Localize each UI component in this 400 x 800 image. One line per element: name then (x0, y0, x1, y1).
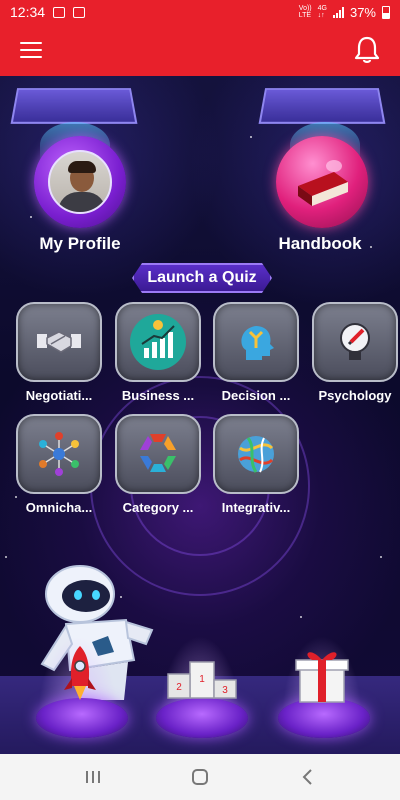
quiz-tile-label: Business ... (121, 388, 195, 403)
handbook-label: Handbook (278, 234, 362, 253)
quiz-tile-label: Integrativ... (221, 500, 291, 515)
clock: 12:34 (10, 4, 46, 20)
quiz-tile-decision[interactable] (213, 302, 299, 382)
my-profile-label: My Profile (39, 234, 121, 253)
my-profile-button[interactable] (34, 136, 126, 228)
quiz-tile-negotiation[interactable] (16, 302, 102, 382)
hexagon-cycle-icon (130, 426, 186, 482)
podium-icon[interactable]: 2 1 3 (166, 656, 238, 704)
quiz-tile-integrative[interactable] (213, 414, 299, 494)
status-bar: 12:34 Vo)) LTE 4G ↓↑ 37% (0, 0, 400, 24)
game-scene: My Profile Handbook Launch a Quiz Negoti… (0, 76, 400, 754)
handshake-icon (31, 314, 87, 370)
quiz-tile-psychology[interactable] (312, 302, 398, 382)
app-bar (0, 24, 400, 76)
leaderboard-pedestal[interactable] (156, 698, 248, 738)
podium-number-second: 2 (176, 682, 182, 693)
volte-indicator: Vo)) LTE (298, 5, 312, 19)
book-icon (298, 160, 348, 206)
recent-apps-icon[interactable] (73, 762, 113, 792)
quiz-tile-omnichannel[interactable] (16, 414, 102, 494)
quiz-tile-label: Category ... (122, 500, 194, 515)
download-icon (73, 6, 86, 18)
quiz-tile-label: Omnicha... (25, 500, 93, 515)
quiz-tile-label: Psychology (318, 388, 392, 403)
ceiling-lamp-left (10, 88, 138, 124)
yarn-ball-icon (228, 426, 284, 482)
signal-icon (332, 6, 344, 18)
handbook-button[interactable] (276, 136, 368, 228)
growth-chart-icon (130, 314, 186, 370)
home-icon[interactable] (180, 762, 220, 792)
quiz-tile-business[interactable] (115, 302, 201, 382)
rewards-pedestal[interactable] (278, 698, 370, 738)
head-arrows-icon (228, 314, 284, 370)
quiz-tile-category[interactable] (115, 414, 201, 494)
quiz-tile-label: Decision ... (221, 388, 291, 403)
bell-icon[interactable] (354, 36, 380, 64)
rocket-icon[interactable] (60, 644, 100, 704)
podium-number-first: 1 (199, 674, 205, 685)
lightbulb-pencil-icon (327, 314, 383, 370)
gift-icon[interactable] (290, 644, 354, 704)
hamburger-icon[interactable] (20, 42, 42, 58)
quiz-tile-label: Negotiati... (25, 388, 93, 403)
network-type-indicator: 4G ↓↑ (317, 5, 327, 19)
ceiling-lamp-right (258, 88, 386, 124)
network-people-icon (31, 426, 87, 482)
podium-number-third: 3 (222, 685, 228, 696)
back-icon[interactable] (287, 762, 327, 792)
launch-quiz-banner: Launch a Quiz (132, 263, 272, 293)
battery-percent: 37% (349, 4, 376, 20)
avatar (48, 150, 112, 214)
gallery-icon (53, 6, 66, 18)
system-nav-bar (0, 754, 400, 800)
battery-icon (382, 5, 390, 19)
rocket-pedestal[interactable] (36, 698, 128, 738)
